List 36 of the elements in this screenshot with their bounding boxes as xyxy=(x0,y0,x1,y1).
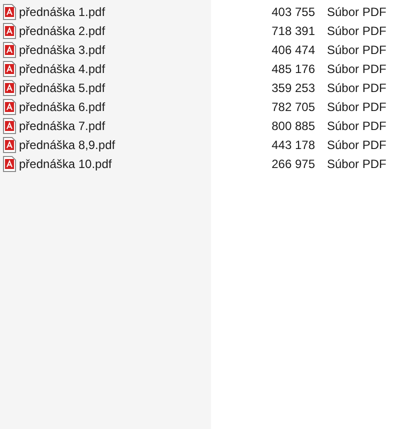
file-size: 443 178 xyxy=(270,136,315,154)
file-type: Súbor PDF xyxy=(327,4,386,20)
pdf-file-icon xyxy=(3,156,16,172)
file-type: Súbor PDF xyxy=(327,136,386,154)
file-size: 359 253 xyxy=(270,80,315,96)
file-name[interactable]: přednáška 6.pdf xyxy=(19,98,106,116)
file-type: Súbor PDF xyxy=(327,60,386,78)
file-size: 800 885 xyxy=(270,118,315,134)
file-size: 485 176 xyxy=(270,60,315,78)
pdf-file-icon xyxy=(3,136,16,152)
pdf-file-icon xyxy=(3,118,16,134)
file-name[interactable]: přednáška 7.pdf xyxy=(19,116,106,134)
file-size: 403 755 xyxy=(270,4,315,20)
file-name[interactable]: přednáška 1.pdf xyxy=(19,2,106,20)
file-type: Súbor PDF xyxy=(327,22,386,40)
file-type: Súbor PDF xyxy=(327,156,386,172)
file-name[interactable]: přednáška 5.pdf xyxy=(19,78,106,96)
file-name[interactable]: přednáška 4.pdf xyxy=(19,60,106,78)
pdf-file-icon xyxy=(3,4,16,20)
file-type: Súbor PDF xyxy=(327,42,386,58)
pdf-file-icon xyxy=(3,42,16,58)
file-name[interactable]: přednáška 8,9.pdf xyxy=(19,136,116,154)
file-type: Súbor PDF xyxy=(327,118,386,134)
file-size: 406 474 xyxy=(270,42,315,58)
file-size: 266 975 xyxy=(270,156,315,172)
file-name[interactable]: přednáška 2.pdf xyxy=(19,22,106,40)
file-type: Súbor PDF xyxy=(327,80,386,96)
pdf-file-icon xyxy=(3,22,16,38)
file-name[interactable]: přednáška 10.pdf xyxy=(19,154,112,172)
file-size: 718 391 xyxy=(270,22,315,40)
pdf-file-icon xyxy=(3,60,16,76)
pdf-file-icon xyxy=(3,80,16,96)
file-name[interactable]: přednáška 3.pdf xyxy=(19,40,106,58)
pdf-file-icon xyxy=(3,98,16,114)
file-type: Súbor PDF xyxy=(327,98,386,116)
file-size: 782 705 xyxy=(270,98,315,116)
